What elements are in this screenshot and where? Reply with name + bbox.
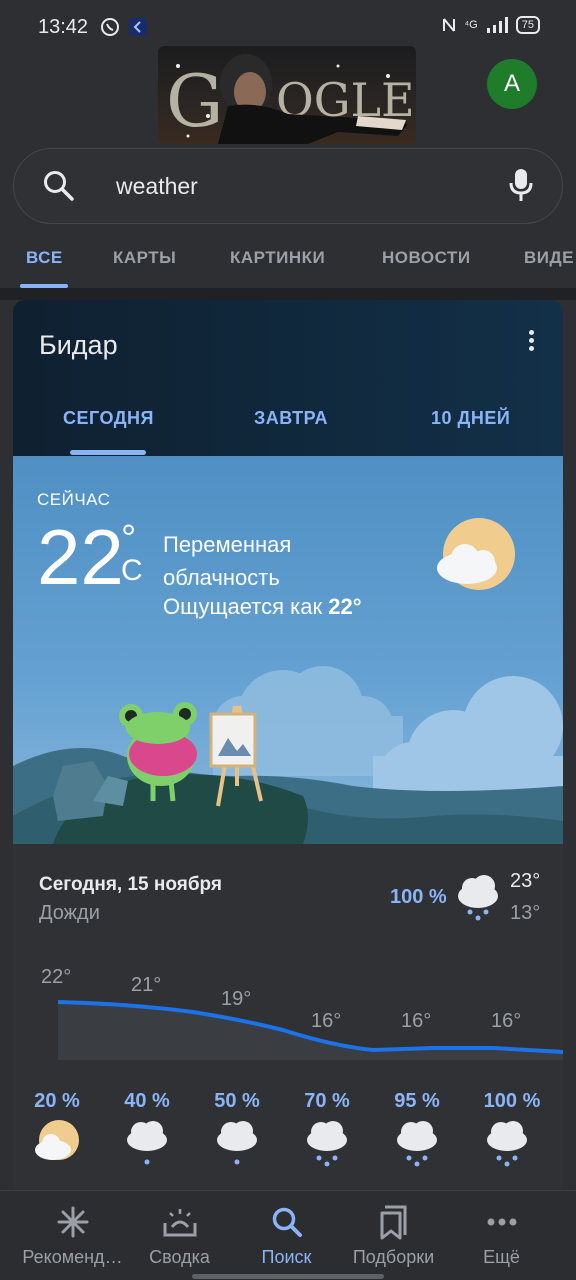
forecast-precipitation: 100 %	[390, 886, 447, 908]
nav-label-recommendations: Рекоменд…	[22, 1247, 123, 1267]
temperature-unit[interactable]: C	[121, 554, 143, 588]
asterisk-icon	[57, 1206, 88, 1238]
high-temperature: 23°	[510, 870, 541, 892]
status-time: 13:42	[38, 16, 89, 38]
nav-label-search: Поиск	[261, 1247, 312, 1267]
nav-label-summary: Сводка	[149, 1247, 210, 1267]
more-options-icon[interactable]	[527, 330, 535, 354]
now-label: СЕЙЧАС	[37, 490, 111, 509]
weather-tab-tomorrow[interactable]: ЗАВТРА	[254, 408, 328, 429]
divider	[0, 288, 576, 300]
cloud-rain-icon	[487, 1121, 527, 1167]
nav-label-more: Ещё	[483, 1247, 520, 1267]
nfc-icon	[443, 18, 456, 32]
forecast-date: Сегодня, 15 ноября	[39, 874, 222, 895]
hourly-precip-1: 20 %	[34, 1090, 80, 1112]
inbox-sun-icon	[163, 1209, 196, 1237]
search-input[interactable]: weather	[116, 173, 198, 200]
condition-line-2: облачность	[163, 565, 280, 590]
weather-card: Бидар СЕГОДНЯ ЗАВТРА 10 ДНЕЙ СЕЙЧАС 22 °…	[13, 300, 563, 1200]
hourly-precip-4: 70 %	[304, 1090, 350, 1112]
hourly-temp-3: 19°	[221, 988, 252, 1010]
more-icon	[487, 1218, 516, 1226]
nav-more[interactable]: Ещё	[444, 1191, 559, 1280]
weather-card-header: Бидар СЕГОДНЯ ЗАВТРА 10 ДНЕЙ	[13, 300, 563, 456]
cloud-light-rain-icon	[217, 1121, 257, 1165]
search-icon	[44, 171, 74, 201]
cloud-rain-icon	[307, 1121, 347, 1167]
hourly-temp-6: 16°	[491, 1010, 522, 1032]
weather-tab-today[interactable]: СЕГОДНЯ	[63, 408, 154, 429]
weather-tab-10-days[interactable]: 10 ДНЕЙ	[431, 408, 510, 429]
bookmarks-icon	[380, 1205, 406, 1240]
feels-like: Ощущается как 22°	[163, 594, 362, 620]
current-condition: Переменная облачность	[163, 528, 291, 594]
hourly-temp-5: 16°	[401, 1010, 432, 1032]
network-type: ⁴G	[464, 19, 478, 31]
forecast-condition: Дожди	[39, 902, 100, 924]
tab-news[interactable]: НОВОСТИ	[382, 248, 471, 268]
hourly-precip-5: 95 %	[394, 1090, 440, 1112]
battery-level: 75	[515, 16, 540, 34]
cloud-rain-icon	[397, 1121, 437, 1167]
mic-icon[interactable]	[508, 167, 534, 205]
doodle-image: G OGLE	[166, 54, 415, 144]
feels-like-value: 22°	[328, 594, 362, 619]
feels-like-label: Ощущается как	[163, 594, 329, 619]
viber-icon	[101, 18, 119, 36]
current-temperature: 22	[37, 513, 124, 601]
google-doodle[interactable]: G OGLE	[158, 46, 416, 144]
temperature-graph	[57, 1000, 563, 1060]
svg-text:G: G	[166, 59, 224, 143]
hourly-temp-1: 22°	[41, 966, 72, 988]
search-box[interactable]: weather	[13, 148, 563, 224]
status-right: ⁴G 75	[442, 16, 540, 34]
partly-cloudy-sun-icon	[437, 518, 515, 590]
hourly-temp-4: 16°	[311, 1010, 342, 1032]
nav-search[interactable]: Поиск	[229, 1191, 344, 1280]
nav-recommendations[interactable]: Рекоменд…	[15, 1191, 130, 1280]
tab-videos[interactable]: ВИДЕ	[524, 248, 574, 268]
search-icon	[272, 1207, 302, 1237]
hourly-precip-6: 100 %	[483, 1090, 541, 1112]
weather-tab-indicator	[70, 450, 146, 455]
cloud-rain-icon	[458, 875, 498, 921]
tab-all[interactable]: ВСЕ	[26, 248, 63, 268]
home-indicator[interactable]	[192, 1274, 384, 1279]
partly-cloudy-sun-icon	[35, 1120, 79, 1160]
nav-collections[interactable]: Подборки	[336, 1191, 451, 1280]
tab-maps[interactable]: КАРТЫ	[113, 248, 176, 268]
hourly-precip-3: 50 %	[214, 1090, 260, 1112]
cloud-light-rain-icon	[127, 1121, 167, 1165]
condition-line-1: Переменная	[163, 532, 292, 557]
search-tabs: ВСЕ КАРТЫ КАРТИНКИ НОВОСТИ ВИДЕ	[0, 230, 576, 288]
nav-label-collections: Подборки	[352, 1247, 435, 1267]
nav-summary[interactable]: Сводка	[122, 1191, 237, 1280]
account-avatar[interactable]: A	[487, 59, 537, 109]
low-temperature: 13°	[510, 902, 541, 924]
hourly-temp-2: 21°	[131, 974, 162, 996]
app-notification-icon	[129, 18, 147, 36]
bottom-navigation: Рекоменд… Сводка Поиск Подборки Ещё	[0, 1190, 576, 1280]
signal-icon	[486, 17, 508, 33]
weather-city: Бидар	[39, 330, 118, 360]
hourly-precip-2: 40 %	[124, 1090, 170, 1112]
tab-images[interactable]: КАРТИНКИ	[230, 248, 325, 268]
weather-scene: СЕЙЧАС 22 ° C Переменная облачность Ощущ…	[13, 456, 563, 844]
